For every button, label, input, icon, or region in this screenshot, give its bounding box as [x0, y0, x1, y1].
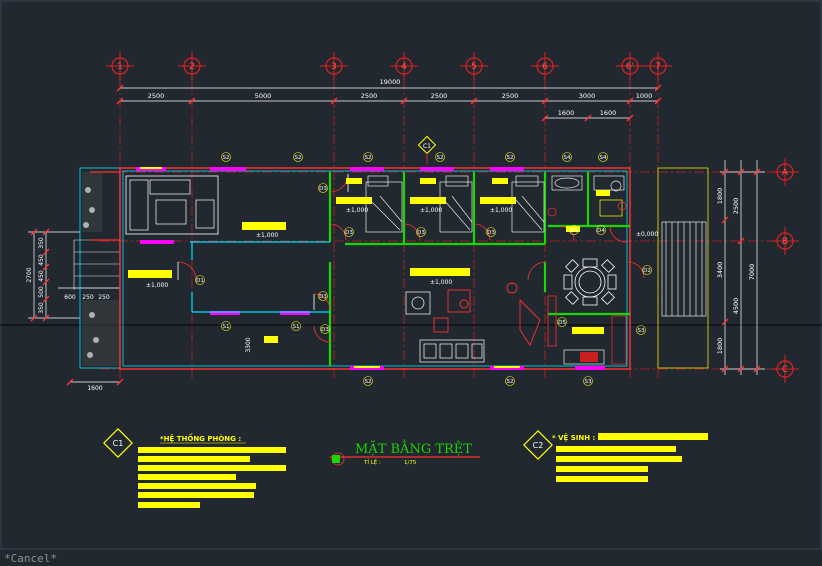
command-line[interactable]: *Cancel*	[4, 552, 57, 566]
svg-text:D3: D3	[417, 230, 425, 236]
level-label: ±1,000	[420, 207, 442, 214]
level-label: ±1,000	[146, 282, 168, 289]
axis-label-6p: 6'	[626, 62, 634, 72]
axis-label-1: 1	[117, 62, 123, 72]
dim-left: 500	[38, 286, 45, 298]
exterior-walls	[119, 167, 631, 370]
svg-text:D3: D3	[319, 294, 327, 300]
dim-left: 350	[38, 237, 45, 249]
svg-text:D1: D1	[196, 278, 204, 284]
dim-left: 450	[38, 270, 45, 282]
dim-right: 1800	[716, 188, 724, 205]
right-stairs	[657, 167, 709, 369]
axis-label-5: 5	[471, 62, 477, 72]
svg-text:D4: D4	[570, 228, 578, 234]
svg-text:S2: S2	[223, 155, 230, 161]
dim-right: 1800	[716, 338, 724, 355]
dim-left: 250	[98, 294, 110, 301]
svg-text:S3: S3	[585, 379, 592, 385]
dim-overall: 19000	[380, 78, 401, 86]
svg-text:D3: D3	[345, 230, 353, 236]
svg-text:D5: D5	[558, 320, 566, 326]
dim-sub: 1600	[600, 109, 617, 117]
svg-text:S4: S4	[600, 155, 607, 161]
svg-text:S2: S2	[507, 379, 514, 385]
axis-label-7: 7	[655, 62, 661, 72]
note-heading-left: *HỆ THỐNG PHÒNG :	[160, 433, 241, 443]
svg-text:S2: S2	[437, 155, 444, 161]
level-label: ±1,000	[490, 207, 512, 214]
svg-text:D3: D3	[321, 327, 329, 333]
dim-left: 2700	[26, 267, 33, 282]
notes-right: C2 * VỆ SINH :	[523, 430, 708, 482]
dim-right: 2500	[732, 198, 740, 215]
svg-text:S3: S3	[638, 328, 645, 334]
level-label: ±1,000	[430, 279, 452, 286]
axis-label-4: 4	[401, 62, 407, 72]
dim-left: 600	[64, 294, 76, 301]
dim-sub: 1600	[558, 109, 575, 117]
axis-label-C: C	[782, 365, 788, 375]
dim-interior: 3300	[245, 337, 252, 352]
note-marker-right: C2	[533, 441, 544, 450]
notes-left: C1 *HỆ THỐNG PHÒNG :	[103, 428, 286, 508]
svg-text:S2: S2	[365, 379, 372, 385]
grid-lines	[100, 80, 790, 380]
sofa-set	[125, 175, 219, 235]
axis-label-2: 2	[189, 62, 195, 72]
svg-text:S2: S2	[295, 155, 302, 161]
axis-label-A: A	[782, 168, 789, 178]
floor-plan-drawing: 1 2 3 4 5 6 6' 7 A B C 19000 2500 5000 2…	[0, 0, 822, 550]
dim-left: 350	[38, 302, 45, 314]
dim-seg: 3000	[579, 92, 596, 100]
dim-seg: 2500	[361, 92, 378, 100]
cad-viewport[interactable]: { "drawing": { "title": "MẶT BẰNG TRỆT",…	[0, 0, 822, 566]
left-terrace	[73, 167, 121, 369]
title-block: MẶT BẰNG TRỆT TỈ LỆ : 1/75	[330, 439, 480, 466]
dining-table	[563, 258, 617, 306]
level-label: ±1,000	[256, 232, 278, 239]
svg-text:D3: D3	[487, 230, 495, 236]
svg-text:D4: D4	[597, 228, 605, 234]
level-label: ±1,000	[346, 207, 368, 214]
bedroom-furniture	[365, 175, 545, 233]
axis-label-3: 3	[331, 62, 337, 72]
dim-seg: 1000	[636, 92, 653, 100]
svg-text:S2: S2	[507, 155, 514, 161]
dim-seg: 2500	[502, 92, 519, 100]
svg-text:S1: S1	[293, 324, 300, 330]
svg-text:D3: D3	[319, 186, 327, 192]
dim-right: 4500	[732, 298, 740, 315]
dim-seg: 5000	[255, 92, 272, 100]
hall-furniture	[433, 282, 541, 346]
svg-text:S2: S2	[365, 155, 372, 161]
dim-right: 7000	[748, 264, 756, 281]
section-symbol-top: C1	[417, 135, 437, 164]
axis-label-B: B	[782, 237, 788, 247]
level-label: ±0,000	[636, 231, 658, 238]
dim-bottom: 1600	[87, 385, 102, 392]
dim-right: 3400	[716, 262, 724, 279]
scale-value: 1/75	[404, 460, 417, 466]
axis-label-6: 6	[542, 62, 548, 72]
svg-text:D2: D2	[643, 268, 651, 274]
scale-label: TỈ LỆ :	[363, 458, 381, 466]
dim-seg: 2500	[431, 92, 448, 100]
svg-text:S1: S1	[223, 324, 230, 330]
dim-left: 450	[38, 254, 45, 266]
note-heading-right: * VỆ SINH :	[552, 433, 596, 442]
drawing-title: MẶT BẰNG TRỆT	[355, 439, 472, 457]
svg-text:S4: S4	[564, 155, 571, 161]
note-marker-left: C1	[113, 439, 124, 448]
svg-text:C1: C1	[423, 143, 431, 150]
dim-seg: 2500	[148, 92, 165, 100]
dim-left: 250	[82, 294, 94, 301]
